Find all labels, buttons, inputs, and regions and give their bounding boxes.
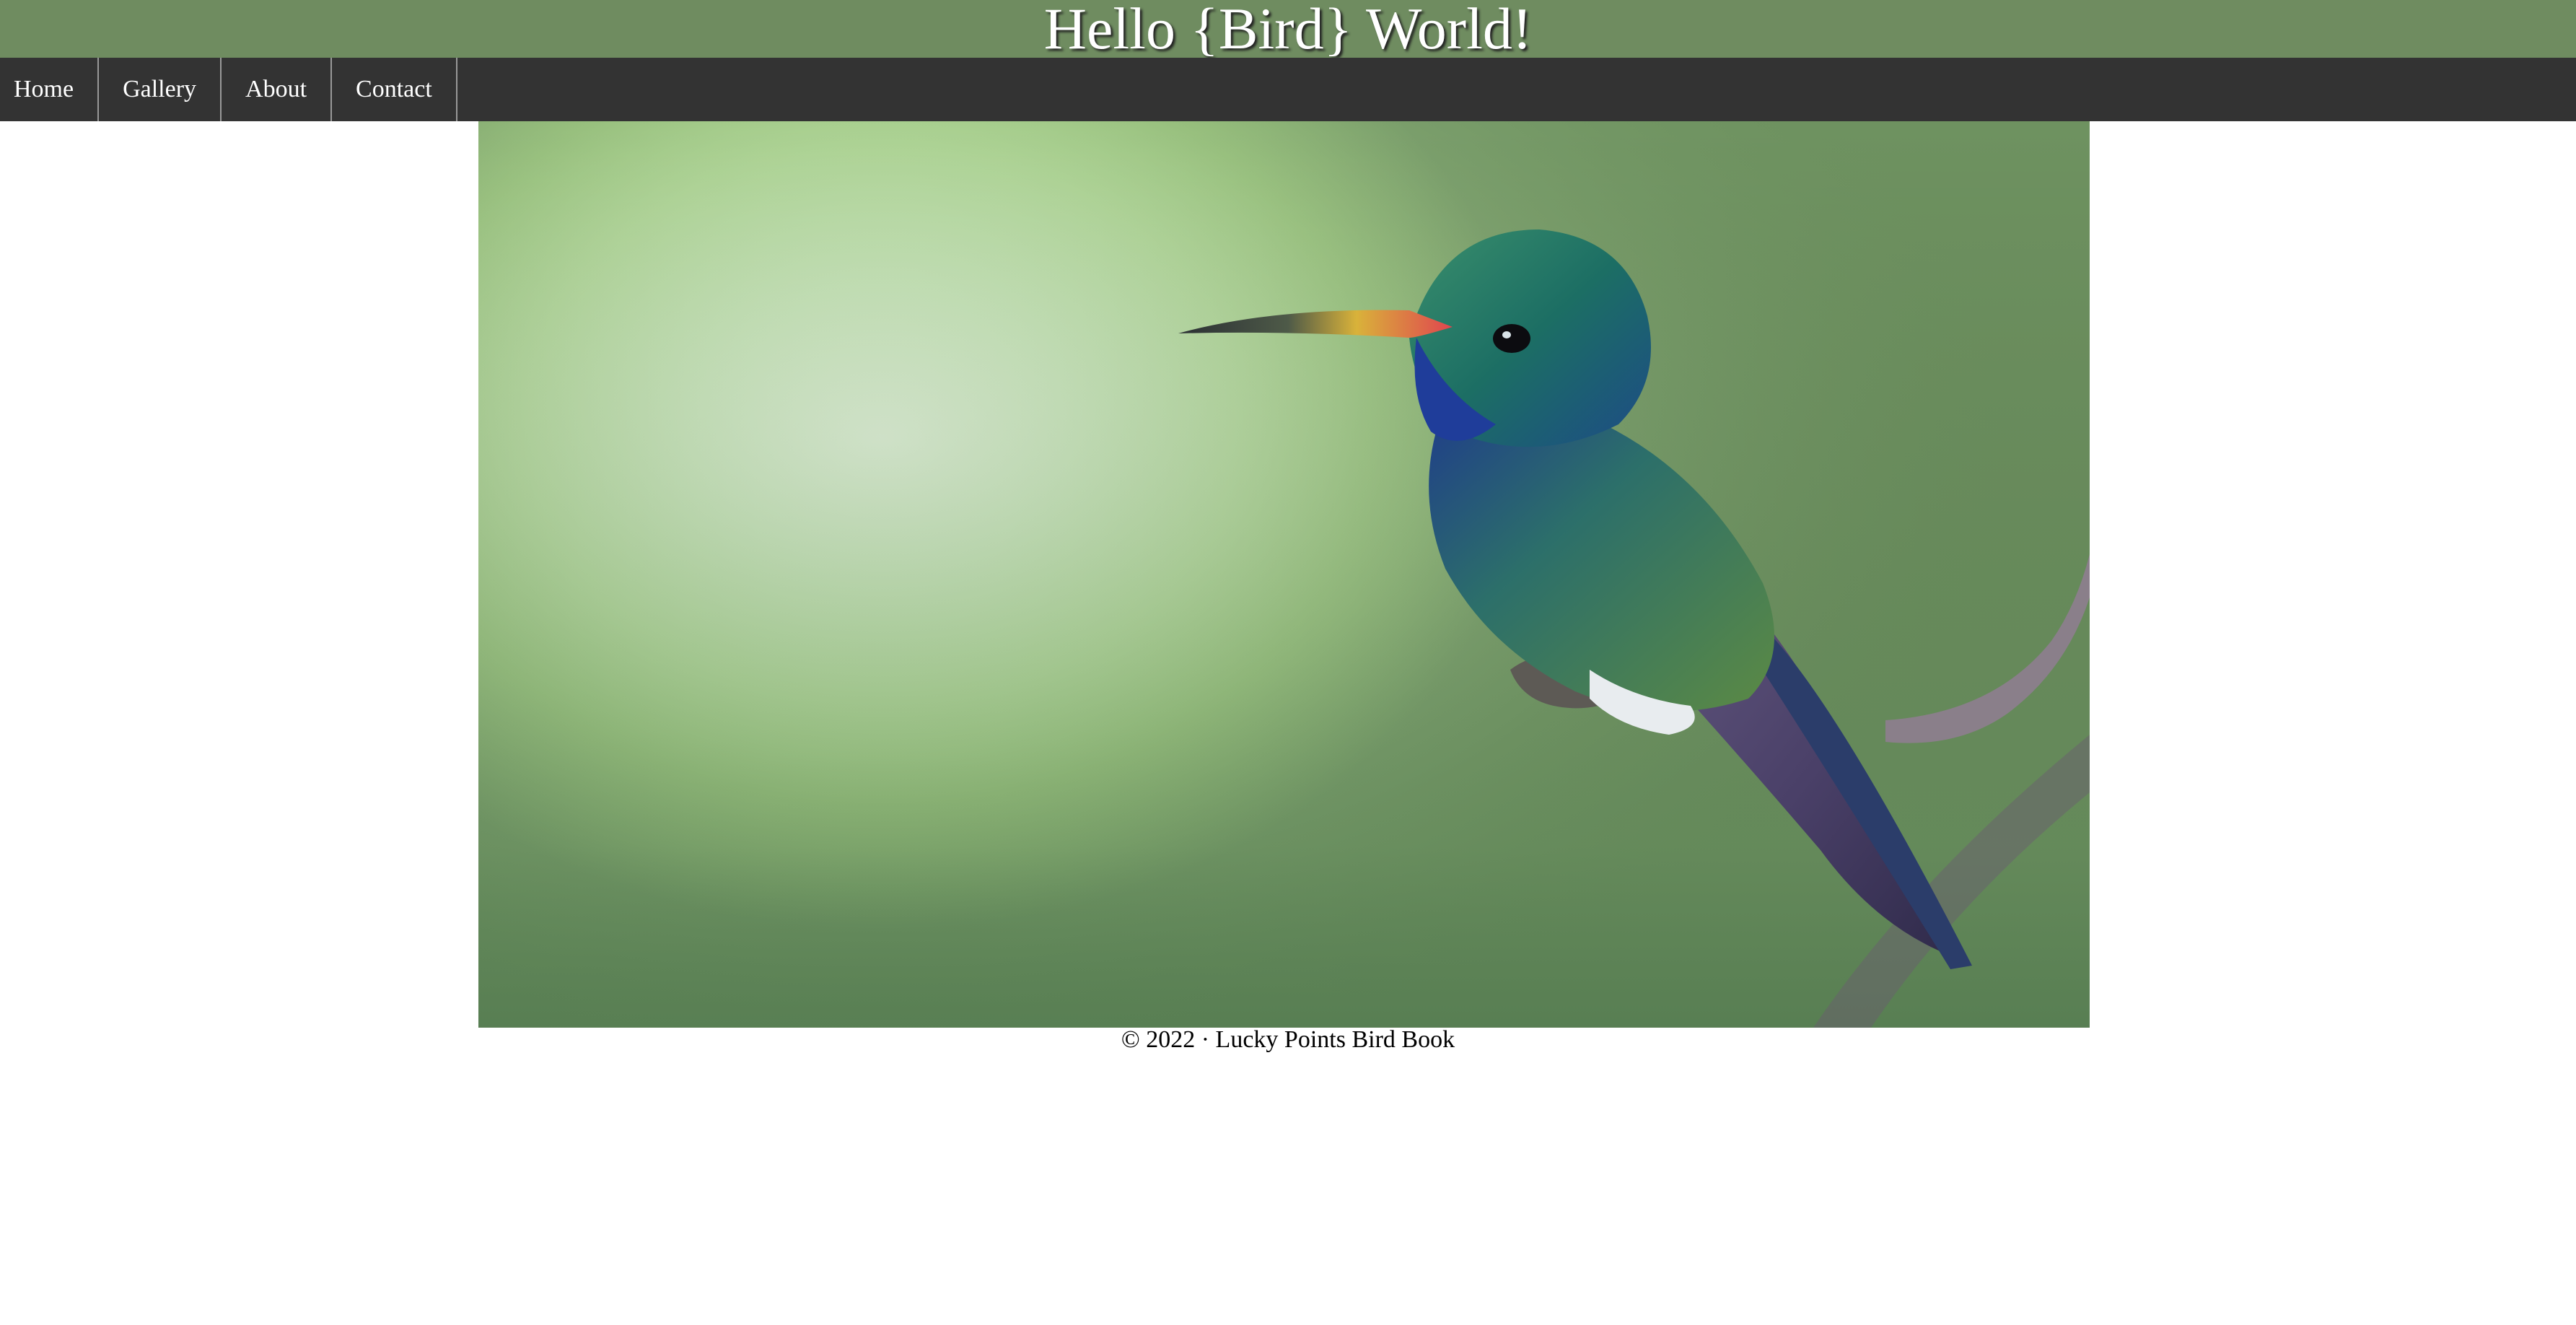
nav-link-about[interactable]: About (222, 58, 333, 121)
footer-copyright: © 2022 · Lucky Points Bird Book (1121, 1026, 1455, 1053)
nav-bar: Home Gallery About Contact (0, 58, 2576, 121)
hummingbird-photo (478, 121, 2090, 1028)
nav-link-home[interactable]: Home (0, 58, 100, 121)
nav-link-contact[interactable]: Contact (332, 58, 457, 121)
nav-link-gallery[interactable]: Gallery (99, 58, 222, 121)
hummingbird-illustration (478, 121, 2090, 1028)
site-header: Hello {Bird} World! (0, 0, 2576, 58)
page-title: Hello {Bird} World! (1043, 0, 1533, 61)
